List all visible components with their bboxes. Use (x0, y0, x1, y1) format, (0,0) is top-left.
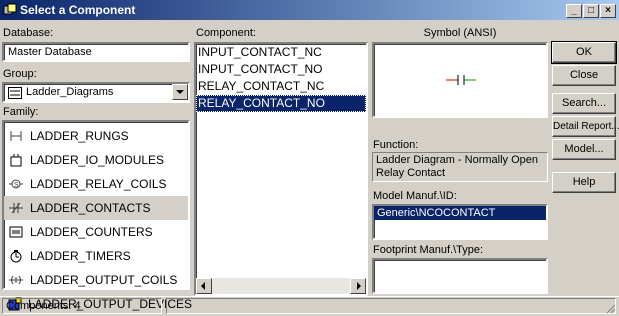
family-label-text: LADDER_IO_MODULES (30, 153, 165, 167)
arrow-right-icon (357, 282, 361, 290)
component-item[interactable]: INPUT_CONTACT_NO (196, 61, 366, 78)
group-select[interactable]: Ladder_Diagrams (2, 82, 190, 103)
family-item-io-modules[interactable]: LADDER_IO_MODULES (4, 148, 188, 172)
rungs-icon (8, 128, 24, 144)
footprint-label: Footprint Manuf.\Type: (373, 244, 484, 256)
database-value: Master Database (8, 46, 92, 58)
family-label-text: LADDER_TIMERS (30, 249, 131, 263)
family-label-text: LADDER_OUTPUT_COILS (30, 273, 178, 287)
component-icon (3, 3, 17, 15)
contact-symbol-icon (446, 75, 476, 85)
group-label: Group: (3, 68, 37, 80)
maximize-button[interactable]: □ (583, 4, 599, 18)
status-components-count: Components: 4 (2, 298, 162, 314)
ladder-group-icon (8, 87, 22, 99)
family-label-text: LADDER_RELAY_COILS (30, 177, 167, 191)
model-label: Model Manuf.\ID: (373, 190, 457, 202)
scroll-right-button[interactable] (350, 278, 366, 294)
help-button[interactable]: Help (552, 172, 616, 193)
timer-icon (8, 248, 24, 264)
database-select[interactable]: Master Database (2, 42, 190, 62)
family-label-text: LADDER_CONTACTS (30, 201, 151, 215)
close-button[interactable]: Close (552, 65, 616, 86)
horizontal-scrollbar[interactable] (196, 278, 366, 294)
function-label: Function: (373, 139, 419, 151)
scroll-left-button[interactable] (196, 278, 212, 294)
status-pane-empty (166, 298, 616, 314)
database-label: Database: (3, 27, 54, 39)
svg-text:S: S (14, 182, 19, 189)
output-coil-icon (8, 272, 24, 288)
component-list[interactable]: INPUT_CONTACT_NC INPUT_CONTACT_NO RELAY_… (194, 42, 368, 296)
group-dropdown-arrow[interactable] (172, 84, 188, 100)
component-item-selected[interactable]: RELAY_CONTACT_NO (196, 95, 366, 112)
resize-grip-icon[interactable] (604, 302, 616, 314)
function-value: Ladder Diagram - Normally Open Relay Con… (372, 152, 548, 182)
family-item-output-coils[interactable]: LADDER_OUTPUT_COILS (4, 268, 188, 292)
minimize-button[interactable]: _ (566, 4, 582, 18)
family-label: Family: (3, 106, 39, 118)
relay-coil-icon: S (8, 176, 24, 192)
family-label-text: LADDER_RUNGS (30, 129, 129, 143)
family-item-relay-coils[interactable]: S LADDER_RELAY_COILS (4, 172, 188, 196)
group-value: Ladder_Diagrams (26, 86, 114, 98)
io-module-icon (8, 152, 24, 168)
ok-button[interactable]: OK (551, 41, 617, 64)
family-item-counters[interactable]: LADDER_COUNTERS (4, 220, 188, 244)
footprint-list[interactable] (372, 258, 548, 294)
symbol-label: Symbol (ANSI) (423, 27, 497, 39)
symbol-preview (372, 42, 548, 118)
family-label-text: LADDER_COUNTERS (30, 225, 153, 239)
family-item-timers[interactable]: LADDER_TIMERS (4, 244, 188, 268)
search-button[interactable]: Search... (552, 93, 616, 114)
detail-report-button[interactable]: Detail Report... (552, 116, 619, 137)
counter-icon (8, 224, 24, 240)
close-window-button[interactable]: × (600, 4, 616, 18)
arrow-left-icon (201, 282, 205, 290)
contact-icon (8, 200, 24, 216)
family-item-contacts[interactable]: LADDER_CONTACTS (4, 196, 188, 220)
model-button[interactable]: Model... (552, 139, 616, 160)
window-title: Select a Component (20, 3, 136, 17)
model-item-selected[interactable]: Generic\NCOCONTACT (374, 206, 546, 220)
component-item[interactable]: INPUT_CONTACT_NC (196, 44, 366, 61)
family-list[interactable]: LADDER_RUNGS LADDER_IO_MODULES S LADDER_… (2, 120, 192, 311)
component-label: Component: (196, 27, 256, 39)
model-list[interactable]: Generic\NCOCONTACT (372, 204, 548, 240)
family-item-rungs[interactable]: LADDER_RUNGS (4, 124, 188, 148)
component-item[interactable]: RELAY_CONTACT_NC (196, 78, 366, 95)
